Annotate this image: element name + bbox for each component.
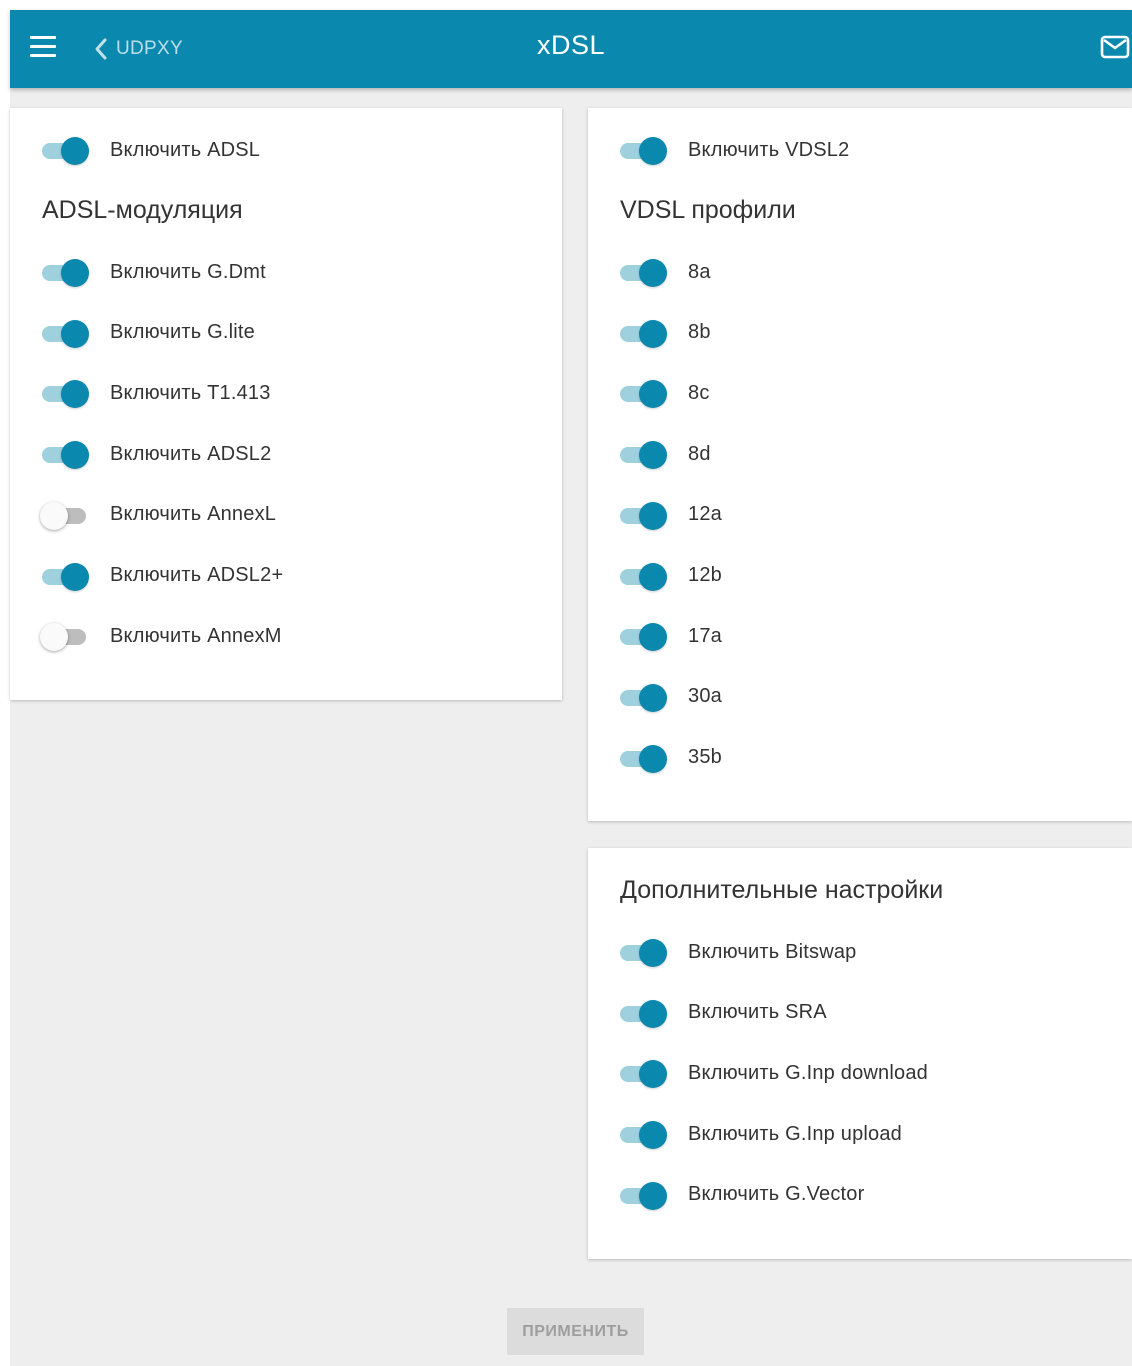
toggle-label: 8c [688, 381, 710, 404]
toggle-label: Включить SRA [688, 1001, 827, 1024]
adsl-modulation-toggle-row[interactable]: Включить AnnexM [40, 616, 282, 656]
toggle-switch[interactable] [618, 681, 667, 713]
adsl-card: Включить ADSL ADSL-модуляция Включить G.… [10, 108, 562, 700]
advanced-settings-card: Дополнительные настройки Включить Bitswa… [588, 848, 1132, 1259]
toggle-switch[interactable] [40, 317, 89, 349]
top-bar: UDPXY xDSL [10, 10, 1132, 88]
toggle-label: 35b [688, 746, 722, 769]
toggle-label: 30a [688, 685, 722, 708]
toggle-switch[interactable] [40, 499, 88, 531]
toggle-label: Включить G.Inp upload [688, 1122, 903, 1145]
adsl-enable-toggle[interactable]: Включить ADSL [40, 130, 260, 170]
toggle-label: 8d [688, 442, 711, 465]
toggle-switch[interactable] [40, 134, 89, 166]
toggle-label: Включить AnnexL [110, 503, 277, 526]
page: UDPXY xDSL Включить ADSL ADSL-модуляция … [10, 10, 1132, 1366]
toggle-switch[interactable] [618, 997, 667, 1029]
advanced-option-toggle-row[interactable]: Включить G.Vector [618, 1175, 865, 1215]
advanced-section-title: Дополнительные настройки [620, 876, 944, 904]
toggle-switch[interactable] [40, 256, 89, 288]
vdsl-profile-toggle-row[interactable]: 12b [618, 556, 722, 596]
toggle-label: 8a [688, 260, 711, 283]
toggle-label: Включить ADSL2 [110, 442, 272, 465]
toggle-switch[interactable] [618, 1057, 667, 1089]
vdsl-profile-toggle-row[interactable]: 30a [618, 677, 722, 717]
apply-button[interactable]: ПРИМЕНИТЬ [507, 1308, 644, 1355]
advanced-option-toggle-row[interactable]: Включить SRA [618, 993, 827, 1033]
toggle-label: 8b [688, 321, 711, 344]
toggle-label: Включить G.Inp download [688, 1061, 928, 1084]
toggle-switch[interactable] [618, 317, 667, 349]
toggle-label: Включить G.Dmt [110, 260, 266, 283]
vdsl-profile-toggle-row[interactable]: 12a [618, 495, 722, 535]
toggle-switch[interactable] [618, 742, 667, 774]
page-title: xDSL [536, 30, 606, 60]
adsl-modulation-toggle-row[interactable]: Включить ADSL2+ [40, 556, 283, 596]
toggle-label: 12b [688, 564, 722, 586]
toggle-label: Включить ADSL2+ [110, 564, 284, 586]
adsl-modulation-toggle-row[interactable]: Включить T1.413 [40, 373, 271, 413]
toggle-switch[interactable] [618, 438, 667, 470]
toggle-switch[interactable] [618, 620, 667, 652]
adsl-modulation-toggle-row[interactable]: Включить ADSL2 [40, 434, 271, 474]
advanced-option-toggle-row[interactable]: Включить G.Inp download [618, 1053, 928, 1093]
vdsl-profile-toggle-row[interactable]: 8c [618, 373, 710, 413]
toggle-label: 17a [688, 624, 722, 647]
toggle-switch[interactable] [618, 499, 667, 531]
toggle-label: Включить G.lite [110, 321, 255, 344]
vdsl-profile-toggle-row[interactable]: 8d [618, 434, 711, 474]
adsl-modulation-toggle-row[interactable]: Включить G.lite [40, 313, 255, 353]
toggle-switch[interactable] [40, 620, 88, 652]
mail-icon[interactable] [1100, 35, 1132, 61]
toggle-switch[interactable] [40, 377, 89, 409]
toggle-switch[interactable] [618, 560, 667, 592]
vdsl-card: Включить VDSL2 VDSL профили 8a 8b 8c 8d 12a 1… [588, 108, 1132, 821]
toggle-label: Включить AnnexM [110, 624, 282, 647]
toggle-switch[interactable] [618, 1118, 667, 1150]
toggle-switch[interactable] [40, 560, 89, 592]
toggle-switch[interactable] [618, 134, 667, 166]
vdsl-profile-toggle-row[interactable]: 35b [618, 738, 722, 778]
toggle-label: Включить G.Vector [688, 1183, 865, 1206]
toggle-switch[interactable] [618, 936, 667, 968]
adsl-modulation-toggle-row[interactable]: Включить G.Dmt [40, 252, 266, 292]
toggle-label: Включить VDSL2 [688, 138, 850, 161]
toggle-label: Включить Bitswap [688, 940, 857, 963]
adsl-section-title: ADSL-модуляция [42, 196, 243, 224]
vdsl-profile-toggle-row[interactable]: 8b [618, 313, 711, 353]
toggle-label: 12a [688, 503, 722, 526]
advanced-option-toggle-row[interactable]: Включить G.Inp upload [618, 1114, 902, 1154]
advanced-option-toggle-row[interactable]: Включить Bitswap [618, 932, 857, 972]
toggle-switch[interactable] [40, 438, 89, 470]
toggle-label: Включить T1.413 [110, 381, 271, 404]
adsl-modulation-toggle-row[interactable]: Включить AnnexL [40, 495, 276, 535]
vdsl-section-title: VDSL профили [620, 196, 796, 224]
toggle-label: Включить ADSL [110, 138, 261, 161]
toggle-switch[interactable] [618, 1179, 667, 1211]
toggle-switch[interactable] [618, 377, 667, 409]
vdsl-enable-toggle[interactable]: Включить VDSL2 [618, 130, 849, 170]
vdsl-profile-toggle-row[interactable]: 17a [618, 616, 722, 656]
vdsl-profile-toggle-row[interactable]: 8a [618, 252, 711, 292]
toggle-switch[interactable] [618, 256, 667, 288]
